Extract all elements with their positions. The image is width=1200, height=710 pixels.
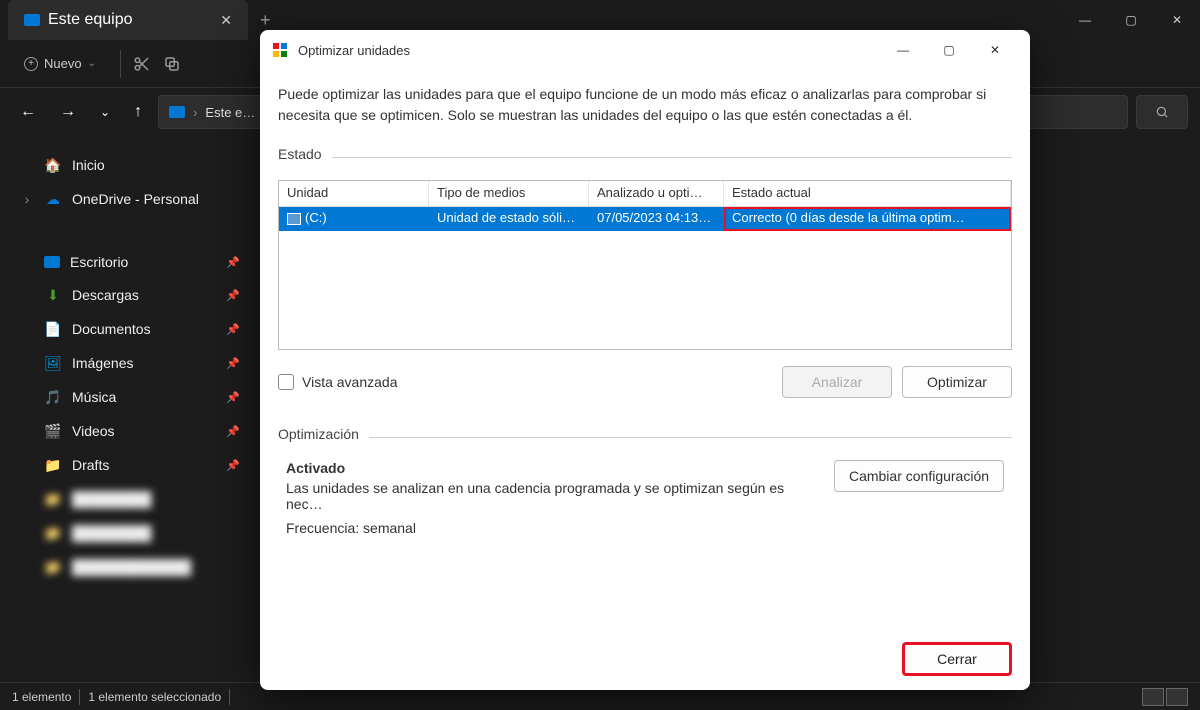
pin-icon: 📌 — [226, 256, 240, 269]
copy-icon[interactable] — [163, 55, 181, 73]
this-pc-icon — [24, 14, 40, 26]
checkbox-box — [278, 374, 294, 390]
dialog-titlebar: Optimizar unidades ― ▢ ✕ — [260, 30, 1030, 70]
sidebar-item-musica[interactable]: 🎵 Música 📌 — [8, 380, 252, 414]
pin-icon: 📌 — [226, 357, 240, 370]
view-details-button[interactable] — [1142, 688, 1164, 706]
pin-icon: 📌 — [226, 459, 240, 472]
sidebar-item-documentos[interactable]: 📄 Documentos 📌 — [8, 312, 252, 346]
analyze-button[interactable]: Analizar — [782, 366, 892, 398]
minimize-button[interactable]: ― — [1062, 0, 1108, 40]
col-tipo[interactable]: Tipo de medios — [429, 181, 589, 206]
maximize-button[interactable]: ▢ — [1108, 0, 1154, 40]
dialog-description: Puede optimizar las unidades para que el… — [278, 84, 1012, 126]
chevron-right-icon[interactable]: › — [20, 191, 34, 207]
status-item-count: 1 elemento — [12, 690, 71, 704]
music-icon: 🎵 — [44, 388, 62, 406]
drive-list-header: Unidad Tipo de medios Analizado u opti… … — [279, 181, 1011, 207]
cut-icon[interactable] — [133, 55, 151, 73]
optimize-drives-dialog: Optimizar unidades ― ▢ ✕ Puede optimizar… — [260, 30, 1030, 690]
window-controls: ― ▢ ✕ — [1062, 0, 1200, 40]
defrag-icon — [272, 42, 288, 58]
new-tab-button[interactable]: + — [260, 10, 271, 31]
drive-list[interactable]: Unidad Tipo de medios Analizado u opti… … — [278, 180, 1012, 350]
optimizacion-group-label: Optimización — [278, 426, 359, 442]
separator — [120, 50, 121, 78]
cloud-icon: ☁ — [44, 190, 62, 208]
col-estado[interactable]: Estado actual — [724, 181, 1011, 206]
pin-icon: 📌 — [226, 323, 240, 336]
this-pc-icon — [169, 106, 185, 118]
dialog-maximize-button[interactable]: ▢ — [926, 34, 972, 66]
drive-row-c[interactable]: (C:) Unidad de estado sóli… 07/05/2023 0… — [279, 207, 1011, 231]
schedule-description: Las unidades se analizan en una cadencia… — [286, 480, 822, 512]
forward-button[interactable]: → — [52, 97, 84, 127]
advanced-view-checkbox[interactable]: Vista avanzada — [278, 374, 397, 390]
up-button[interactable]: ↑ — [126, 97, 150, 127]
address-text: Este e… — [205, 105, 255, 120]
plus-icon: + — [24, 57, 38, 71]
schedule-status: Activado — [286, 460, 822, 476]
change-settings-button[interactable]: Cambiar configuración — [834, 460, 1004, 492]
optimize-button[interactable]: Optimizar — [902, 366, 1012, 398]
sidebar-item-videos[interactable]: 🎬 Videos 📌 — [8, 414, 252, 448]
search-box[interactable] — [1136, 95, 1188, 129]
home-icon: 🏠 — [44, 156, 62, 174]
sidebar-item-onedrive[interactable]: › ☁ OneDrive - Personal — [8, 182, 252, 216]
dialog-minimize-button[interactable]: ― — [880, 34, 926, 66]
new-button[interactable]: + Nuevo ⌄ — [12, 50, 108, 77]
window-tab[interactable]: Este equipo ✕ — [8, 0, 248, 40]
close-window-button[interactable]: ✕ — [1154, 0, 1200, 40]
pin-icon: 📌 — [226, 391, 240, 404]
close-dialog-button[interactable]: Cerrar — [902, 642, 1012, 676]
sidebar-item-blurred[interactable]: 📁████████ — [8, 482, 252, 516]
pictures-icon: 🖼 — [44, 354, 62, 372]
sidebar-item-blurred[interactable]: 📁████████████ — [8, 550, 252, 584]
pin-icon: 📌 — [226, 289, 240, 302]
drive-status-highlighted: Correcto (0 días desde la última optim… — [724, 207, 1011, 231]
documents-icon: 📄 — [44, 320, 62, 338]
recent-button[interactable]: ⌄ — [92, 99, 118, 125]
sidebar-item-inicio[interactable]: 🏠 Inicio — [8, 148, 252, 182]
sidebar-item-escritorio[interactable]: Escritorio 📌 — [8, 246, 252, 278]
folder-icon: 📁 — [44, 456, 62, 474]
view-tiles-button[interactable] — [1166, 688, 1188, 706]
new-label: Nuevo — [44, 56, 82, 71]
schedule-frequency: Frecuencia: semanal — [286, 520, 822, 536]
chevron-down-icon: ⌄ — [88, 58, 96, 69]
close-tab-icon[interactable]: ✕ — [220, 12, 232, 29]
col-analizado[interactable]: Analizado u opti… — [589, 181, 724, 206]
dialog-title: Optimizar unidades — [298, 43, 410, 58]
pin-icon: 📌 — [226, 425, 240, 438]
sidebar-item-descargas[interactable]: ⬇ Descargas 📌 — [8, 278, 252, 312]
tab-title: Este equipo — [48, 11, 133, 29]
sidebar: 🏠 Inicio › ☁ OneDrive - Personal Escrito… — [0, 136, 260, 682]
downloads-icon: ⬇ — [44, 286, 62, 304]
sidebar-item-blurred[interactable]: 📁████████ — [8, 516, 252, 550]
status-selected: 1 elemento seleccionado — [88, 690, 221, 704]
sidebar-item-drafts[interactable]: 📁 Drafts 📌 — [8, 448, 252, 482]
estado-group-label: Estado — [278, 146, 322, 162]
back-button[interactable]: ← — [12, 97, 44, 127]
col-unidad[interactable]: Unidad — [279, 181, 429, 206]
sidebar-item-imagenes[interactable]: 🖼 Imágenes 📌 — [8, 346, 252, 380]
videos-icon: 🎬 — [44, 422, 62, 440]
desktop-icon — [44, 256, 60, 268]
drive-icon — [287, 213, 301, 225]
dialog-close-button[interactable]: ✕ — [972, 34, 1018, 66]
